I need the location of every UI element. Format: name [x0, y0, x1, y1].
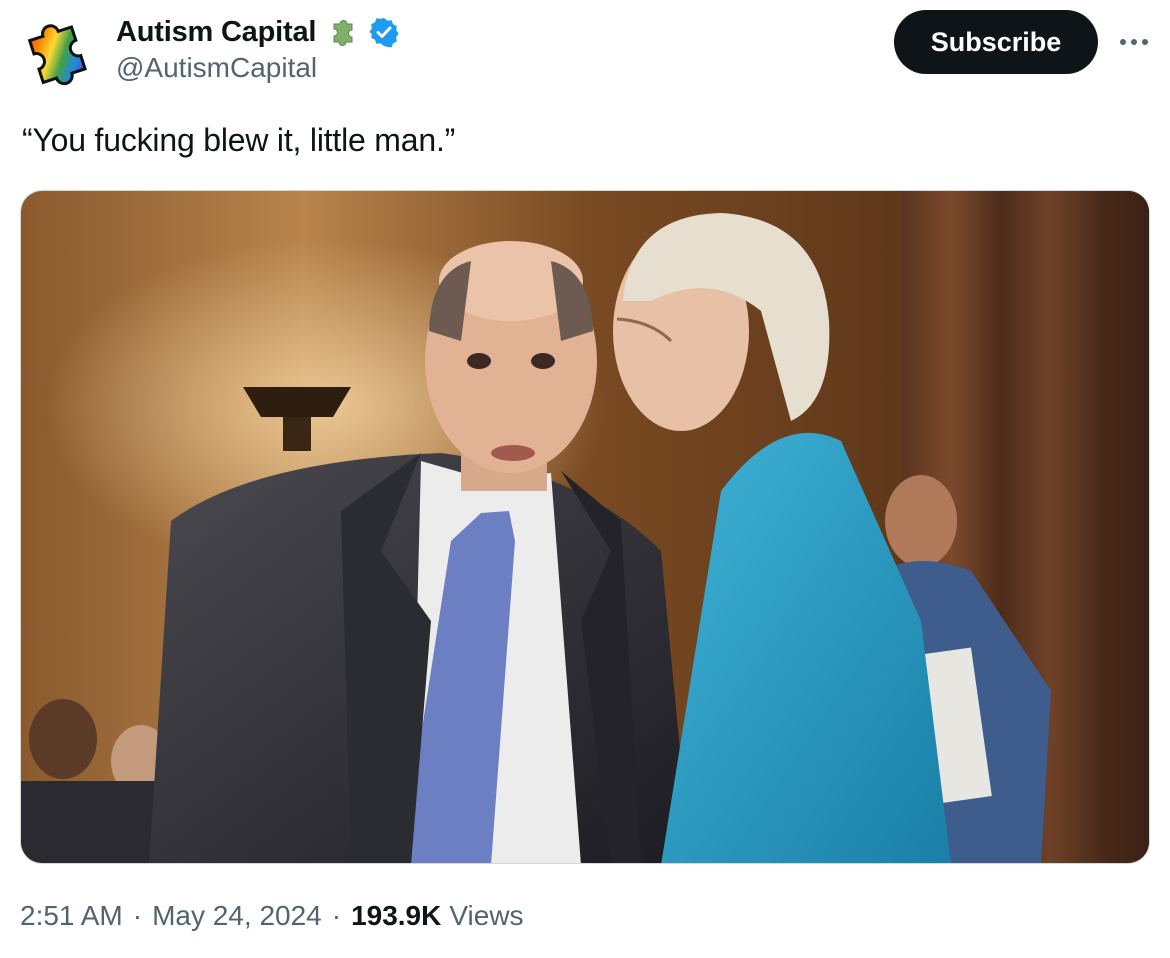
verified-badge-icon[interactable]: [368, 16, 400, 48]
subscribe-button[interactable]: Subscribe: [894, 10, 1098, 74]
avatar[interactable]: [20, 14, 98, 86]
rainbow-puzzle-piece-icon: [27, 24, 87, 86]
tweet-text: “You fucking blew it, little man.”: [22, 122, 456, 158]
more-options-button[interactable]: [1114, 22, 1154, 62]
more-options-icon: [1120, 39, 1148, 45]
views-count: 193.9K: [351, 900, 442, 931]
photo-illustration: [21, 191, 1149, 863]
green-puzzle-piece-icon: [333, 20, 353, 46]
author-name-row: Autism Capital: [116, 12, 400, 52]
tweet-photo[interactable]: [20, 190, 1150, 864]
tweet-date[interactable]: May 24, 2024: [152, 900, 322, 932]
author-display-name[interactable]: Autism Capital: [116, 16, 316, 49]
views-label: Views: [449, 900, 524, 931]
tweet-time[interactable]: 2:51 AM: [20, 900, 123, 932]
meta-separator: ·: [331, 900, 342, 931]
tweet-meta: 2:51 AM · May 24, 2024 · 193.9K Views: [20, 900, 524, 932]
meta-separator: ·: [132, 900, 143, 931]
author-handle[interactable]: @AutismCapital: [116, 52, 317, 84]
